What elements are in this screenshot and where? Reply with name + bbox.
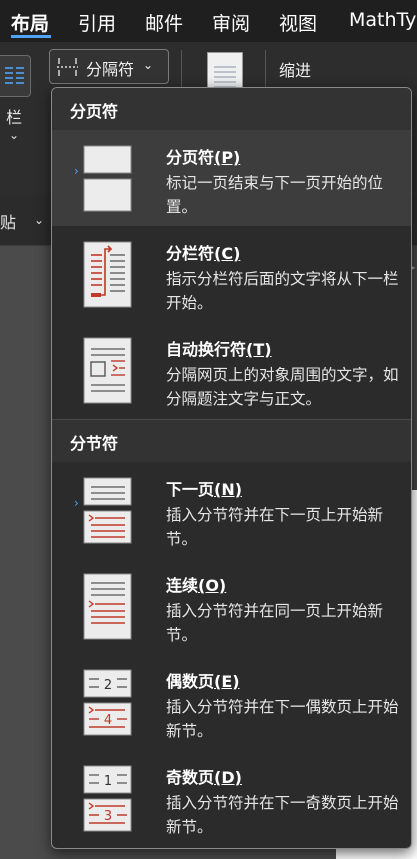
menu-item-title: 奇数页 bbox=[166, 768, 215, 787]
menu-item-column-break[interactable]: 分栏符(C) 指示分栏符后面的文字将从下一栏开始。 bbox=[52, 226, 411, 322]
columns-label: 栏 bbox=[6, 108, 23, 127]
menu-item-description: 插入分节符并在同一页上开始新节。 bbox=[166, 602, 384, 644]
menu-item-title: 自动换行符 bbox=[166, 340, 247, 359]
tab-mailings[interactable]: 邮件 bbox=[145, 9, 183, 36]
page-number-label: 4 bbox=[104, 713, 112, 728]
columns-icon bbox=[5, 67, 24, 84]
access-key: (E) bbox=[214, 672, 240, 691]
page-breaks-heading: 分页符 bbox=[70, 102, 119, 121]
access-key: (P) bbox=[214, 148, 241, 167]
menu-item-description: 插入分节符并在下一奇数页上开始新节。 bbox=[166, 794, 399, 836]
menu-item-title: 偶数页 bbox=[166, 672, 215, 691]
odd-page-section-icon: 1 3 bbox=[83, 765, 132, 832]
tab-review[interactable]: 审阅 bbox=[212, 9, 250, 36]
continuous-section-icon bbox=[83, 573, 132, 640]
ribbon-tab-bar: 布局 引用 邮件 审阅 视图 MathTy bbox=[0, 0, 417, 42]
page-number-label: 2 bbox=[104, 678, 112, 693]
text-wrapping-break-icon bbox=[83, 337, 132, 404]
breaks-label: 分隔符 bbox=[86, 60, 135, 79]
chevron-down-icon: ⌄ bbox=[143, 58, 154, 72]
menu-item-title: 连续 bbox=[166, 576, 199, 595]
menu-item-title: 分页符 bbox=[166, 148, 215, 167]
menu-item-description: 分隔网页上的对象周围的文字，如分隔题注文字与正文。 bbox=[166, 366, 399, 408]
breaks-icon bbox=[57, 58, 78, 76]
access-key: (D) bbox=[214, 768, 242, 787]
access-key: (T) bbox=[246, 340, 272, 359]
chevron-down-icon[interactable]: ⌄ bbox=[34, 213, 44, 227]
selection-marker-icon: › bbox=[74, 164, 79, 178]
indent-label: 缩进 bbox=[279, 61, 312, 80]
access-key: (C) bbox=[214, 244, 241, 263]
tab-mathtype[interactable]: MathTy bbox=[349, 9, 416, 31]
menu-item-even-page[interactable]: 2 4 偶数页(E) 插入分节符并在下一偶数页上开始新节。 bbox=[52, 654, 411, 750]
chevron-down-icon[interactable]: ⌄ bbox=[9, 128, 19, 142]
menu-item-description: 指示分栏符后面的文字将从下一栏开始。 bbox=[166, 270, 399, 312]
menu-item-page-break[interactable]: › 分页符(P) 标记一页结束与下一页开始的位置。 bbox=[52, 130, 411, 226]
ribbon-divider bbox=[181, 50, 182, 90]
tab-references[interactable]: 引用 bbox=[78, 9, 116, 36]
ribbon-divider bbox=[265, 50, 266, 90]
breaks-dropdown-menu: 分页符 › 分页符(P) 标记一页结束与下一页开始的位置。 分栏符(C) 指示分… bbox=[51, 87, 412, 849]
paste-label[interactable]: 贴 bbox=[0, 209, 16, 233]
menu-item-odd-page[interactable]: 1 3 奇数页(D) 插入分节符并在下一奇数页上开始新节。 bbox=[52, 750, 411, 846]
access-key: (O) bbox=[198, 576, 227, 595]
menu-item-description: 标记一页结束与下一页开始的位置。 bbox=[166, 174, 384, 216]
even-page-section-icon: 2 4 bbox=[83, 669, 132, 736]
tab-layout[interactable]: 布局 bbox=[11, 9, 49, 36]
menu-item-title: 分栏符 bbox=[166, 244, 215, 263]
active-tab-indicator bbox=[11, 35, 51, 38]
page-number-label: 3 bbox=[104, 809, 112, 824]
section-header-page-breaks: 分页符 bbox=[52, 88, 411, 130]
column-break-icon bbox=[83, 241, 132, 308]
section-breaks-heading: 分节符 bbox=[70, 434, 119, 453]
menu-item-description: 插入分节符并在下一页上开始新节。 bbox=[166, 506, 384, 548]
columns-button[interactable] bbox=[0, 55, 31, 97]
tab-view[interactable]: 视图 bbox=[279, 9, 317, 36]
menu-item-text-wrapping[interactable]: 自动换行符(T) 分隔网页上的对象周围的文字，如分隔题注文字与正文。 bbox=[52, 322, 411, 418]
section-header-section-breaks: 分节符 bbox=[52, 420, 411, 462]
page-break-icon bbox=[83, 145, 132, 212]
menu-item-next-page[interactable]: › 下一页(N) 插入分节符并在下一页上开始新节。 bbox=[52, 462, 411, 558]
access-key: (N) bbox=[214, 480, 243, 499]
menu-item-title: 下一页 bbox=[166, 480, 215, 499]
menu-item-description: 插入分节符并在下一偶数页上开始新节。 bbox=[166, 698, 399, 740]
page-number-label: 1 bbox=[104, 774, 112, 789]
selection-marker-icon: › bbox=[74, 496, 79, 510]
menu-item-continuous[interactable]: 连续(O) 插入分节符并在同一页上开始新节。 bbox=[52, 558, 411, 654]
next-page-section-icon bbox=[83, 477, 132, 544]
